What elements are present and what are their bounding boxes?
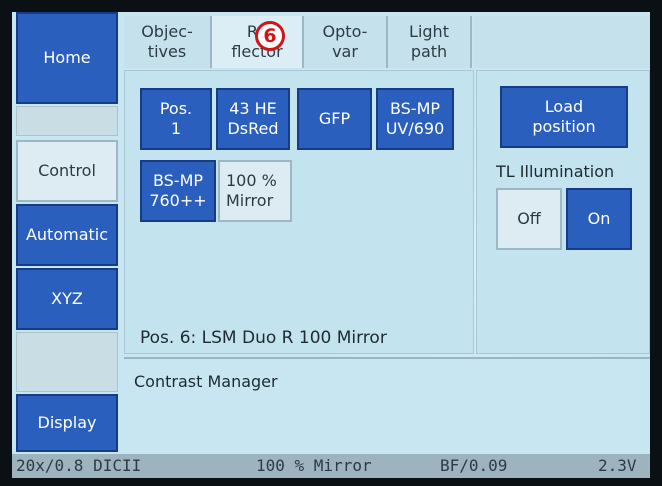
reflector-dsred-label: 43 HE DsRed [227,99,279,138]
tab-light-path[interactable]: Light path [388,16,472,68]
sidebar: Home Control Automatic XYZ Display [12,12,120,452]
control-button-label: Control [38,161,96,180]
tab-optovar[interactable]: Opto- var [304,16,388,68]
automatic-button[interactable]: Automatic [16,204,118,266]
xyz-button[interactable]: XYZ [16,268,118,330]
reflector-760-label: BS-MP 760++ [149,171,207,210]
status-contrast: BF/0.09 [440,456,508,475]
tab-objectives-label: Objec- tives [141,22,193,61]
display-button-label: Display [37,413,97,432]
tab-light-path-label: Light path [409,22,449,61]
touch-screen: Home Control Automatic XYZ Display Objec… [12,12,650,478]
tl-off-button[interactable]: Off [496,188,562,250]
reflector-760-button[interactable]: BS-MP 760++ [140,160,216,222]
current-reflector-position: Pos. 6: LSM Duo R 100 Mirror [140,328,387,348]
contrast-manager-title: Contrast Manager [134,372,278,391]
xyz-button-label: XYZ [51,289,83,308]
tab-objectives[interactable]: Objec- tives [124,16,212,68]
tab-optovar-label: Opto- var [322,22,368,61]
reflector-pos-1-button[interactable]: Pos. 1 [140,88,212,150]
reflector-mirror-label: 100 % Mirror [226,171,277,210]
automatic-button-label: Automatic [25,225,109,244]
tl-on-label: On [587,209,611,228]
load-position-button[interactable]: Load position [500,86,628,148]
display-button[interactable]: Display [16,394,118,452]
tab-bar-filler [474,16,650,68]
reflector-uv690-button[interactable]: BS-MP UV/690 [376,88,454,150]
status-reflector: 100 % Mirror [256,456,372,475]
reflector-pos-1-label: Pos. 1 [159,99,193,138]
callout-number-badge: 6 [255,21,285,51]
control-button[interactable]: Control [16,140,118,202]
status-objective: 20x/0.8 DICII [16,456,142,475]
home-button[interactable]: Home [16,12,118,104]
reflector-gfp-label: GFP [318,109,351,128]
home-button-label: Home [43,48,91,67]
sidebar-spacer-2 [16,332,118,392]
tab-bar: Objec- tives Re flector Opto- var Light … [124,16,472,68]
reflector-gfp-button[interactable]: GFP [297,88,372,150]
reflector-uv690-label: BS-MP UV/690 [385,99,445,138]
reflector-mirror-button[interactable]: 100 % Mirror [218,160,292,222]
status-bar: 20x/0.8 DICII 100 % Mirror BF/0.09 2.3V [12,454,650,478]
tl-illumination-label: TL Illumination [496,162,615,181]
sidebar-spacer [16,106,118,136]
status-voltage: 2.3V [598,456,637,475]
tl-off-label: Off [517,209,541,228]
reflector-dsred-button[interactable]: 43 HE DsRed [216,88,290,150]
load-position-label: Load position [532,97,596,136]
tl-on-button[interactable]: On [566,188,632,250]
